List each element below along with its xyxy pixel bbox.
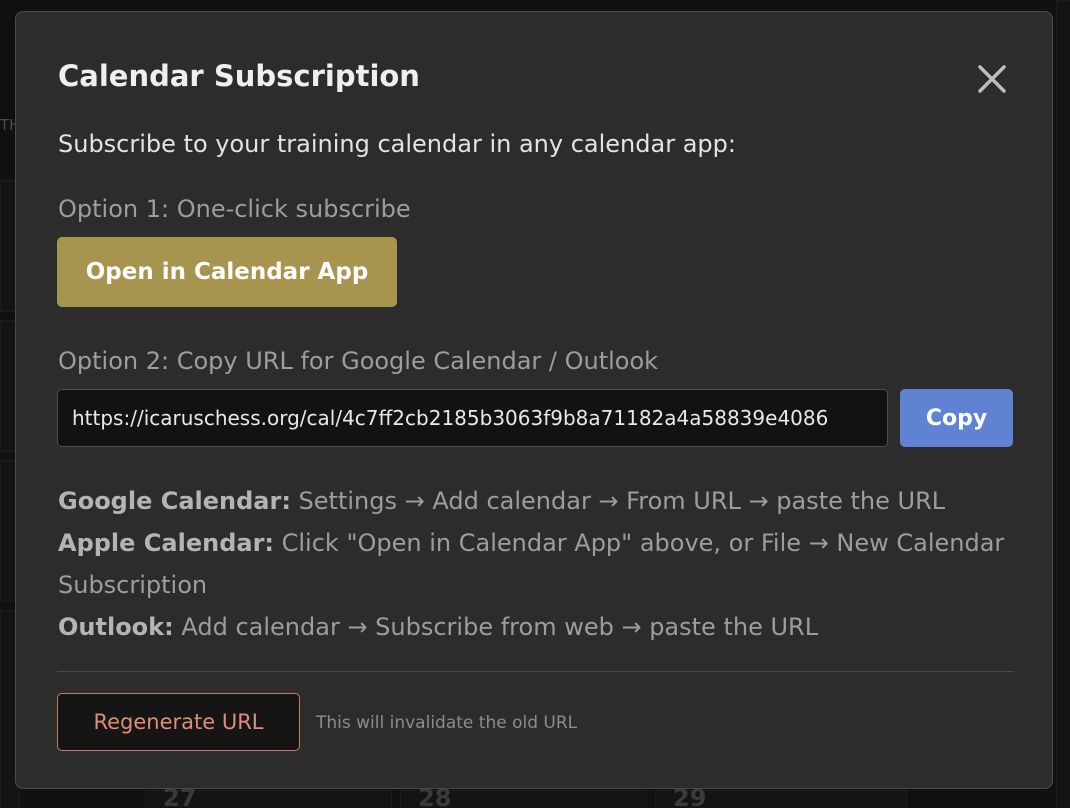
close-icon[interactable]	[975, 62, 1009, 96]
divider	[57, 671, 1013, 672]
apple-label: Apple Calendar:	[58, 529, 274, 557]
option2-label: Option 2: Copy URL for Google Calendar /…	[58, 347, 659, 375]
outlook-label: Outlook:	[58, 613, 174, 641]
calendar-cell	[1056, 0, 1070, 808]
open-in-calendar-app-button[interactable]: Open in Calendar App	[57, 237, 397, 307]
copy-url-button[interactable]: Copy	[900, 389, 1013, 447]
option1-label: Option 1: One-click subscribe	[58, 195, 411, 223]
apple-instruction: Apple Calendar: Click "Open in Calendar …	[58, 522, 1018, 606]
calendar-subscription-modal: Calendar Subscription Subscribe to your …	[15, 11, 1053, 789]
modal-title: Calendar Subscription	[58, 59, 420, 93]
subscription-url-field[interactable]	[57, 389, 888, 447]
google-text: Settings → Add calendar → From URL → pas…	[290, 487, 946, 515]
google-label: Google Calendar:	[58, 487, 291, 515]
regenerate-warning: This will invalidate the old URL	[316, 713, 578, 733]
intro-text: Subscribe to your training calendar in a…	[58, 130, 736, 158]
regenerate-url-button[interactable]: Regenerate URL	[57, 693, 300, 751]
google-instruction: Google Calendar: Settings → Add calendar…	[58, 480, 1018, 522]
outlook-instruction: Outlook: Add calendar → Subscribe from w…	[58, 606, 1018, 648]
instructions: Google Calendar: Settings → Add calendar…	[58, 480, 1018, 648]
outlook-text: Add calendar → Subscribe from web → past…	[173, 613, 819, 641]
